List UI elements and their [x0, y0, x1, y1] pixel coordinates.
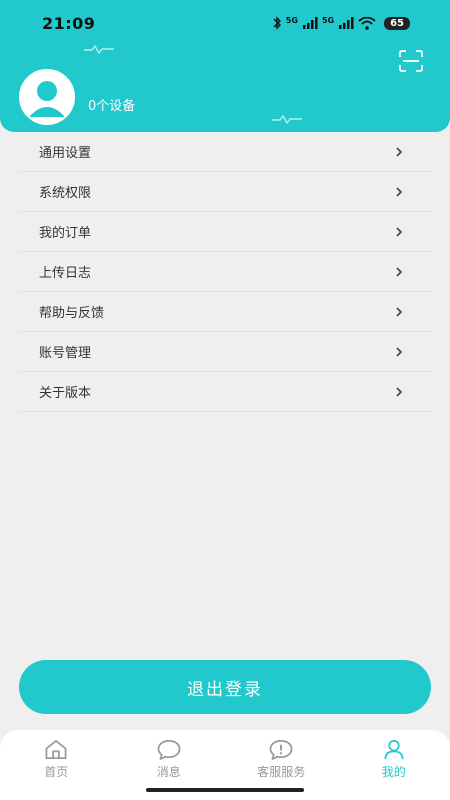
- wave-decoration-icon: [84, 44, 114, 54]
- device-count[interactable]: 0个设备: [88, 95, 135, 114]
- menu-item-label: 关于版本: [39, 386, 92, 401]
- chevron-right-icon: [396, 306, 403, 317]
- menu-item-upload-logs[interactable]: 上传日志: [19, 252, 432, 292]
- chevron-right-icon: [396, 386, 403, 397]
- menu-item-label: 帮助与反馈: [39, 306, 105, 321]
- profile-icon: [384, 740, 404, 760]
- chevron-right-icon: [396, 226, 403, 237]
- bluetooth-icon: [273, 16, 281, 30]
- home-icon: [45, 740, 67, 759]
- chevron-right-icon: [396, 346, 403, 357]
- tab-home[interactable]: 首页: [0, 730, 113, 780]
- signal-icon: [302, 17, 318, 29]
- menu-item-label: 上传日志: [39, 266, 92, 281]
- menu-item-about-version[interactable]: 关于版本: [19, 372, 432, 412]
- message-icon: [157, 740, 181, 760]
- menu-item-general-settings[interactable]: 通用设置: [19, 132, 432, 172]
- wave-decoration-icon: [272, 114, 302, 124]
- menu-item-account-management[interactable]: 账号管理: [19, 332, 432, 372]
- menu-item-label: 账号管理: [39, 346, 92, 361]
- support-icon: [269, 740, 293, 760]
- status-time: 21:09: [42, 13, 96, 33]
- signal-icon-2: [339, 17, 354, 29]
- menu-item-label: 通用设置: [39, 146, 92, 161]
- menu-item-label: 系统权限: [39, 186, 92, 201]
- chevron-right-icon: [396, 146, 403, 157]
- tab-messages[interactable]: 消息: [113, 730, 226, 780]
- tab-label: 客服服务: [257, 765, 306, 779]
- home-indicator[interactable]: [146, 788, 304, 792]
- tab-mine[interactable]: 我的: [338, 730, 450, 780]
- tab-label: 消息: [156, 765, 181, 779]
- user-avatar-icon: [29, 81, 65, 117]
- avatar[interactable]: [19, 69, 75, 125]
- tab-customer-service[interactable]: 客服服务: [225, 730, 338, 780]
- menu-item-label: 我的订单: [39, 226, 92, 241]
- status-bar: 21:09 5G 5G 65: [0, 0, 450, 46]
- menu-item-system-permissions[interactable]: 系统权限: [19, 172, 432, 212]
- signal-label-1: 5G: [285, 16, 298, 25]
- wifi-icon: [358, 16, 376, 30]
- settings-menu: 通用设置 系统权限 我的订单 上传日志 帮助与反馈 账号管理 关于版本: [19, 132, 432, 412]
- tab-label: 首页: [44, 765, 69, 779]
- chevron-right-icon: [396, 186, 403, 197]
- logout-button[interactable]: 退出登录: [19, 660, 431, 714]
- signal-label-2: 5G: [321, 16, 335, 25]
- profile-header: 21:09 5G 5G 65 0个设备: [0, 0, 450, 132]
- status-icons: 5G 5G 65: [272, 16, 410, 30]
- menu-item-my-orders[interactable]: 我的订单: [19, 212, 432, 252]
- chevron-right-icon: [396, 266, 403, 277]
- battery-indicator: 65: [384, 16, 410, 30]
- tab-label: 我的: [381, 765, 406, 779]
- scan-icon[interactable]: [398, 50, 424, 72]
- menu-item-help-feedback[interactable]: 帮助与反馈: [19, 292, 432, 332]
